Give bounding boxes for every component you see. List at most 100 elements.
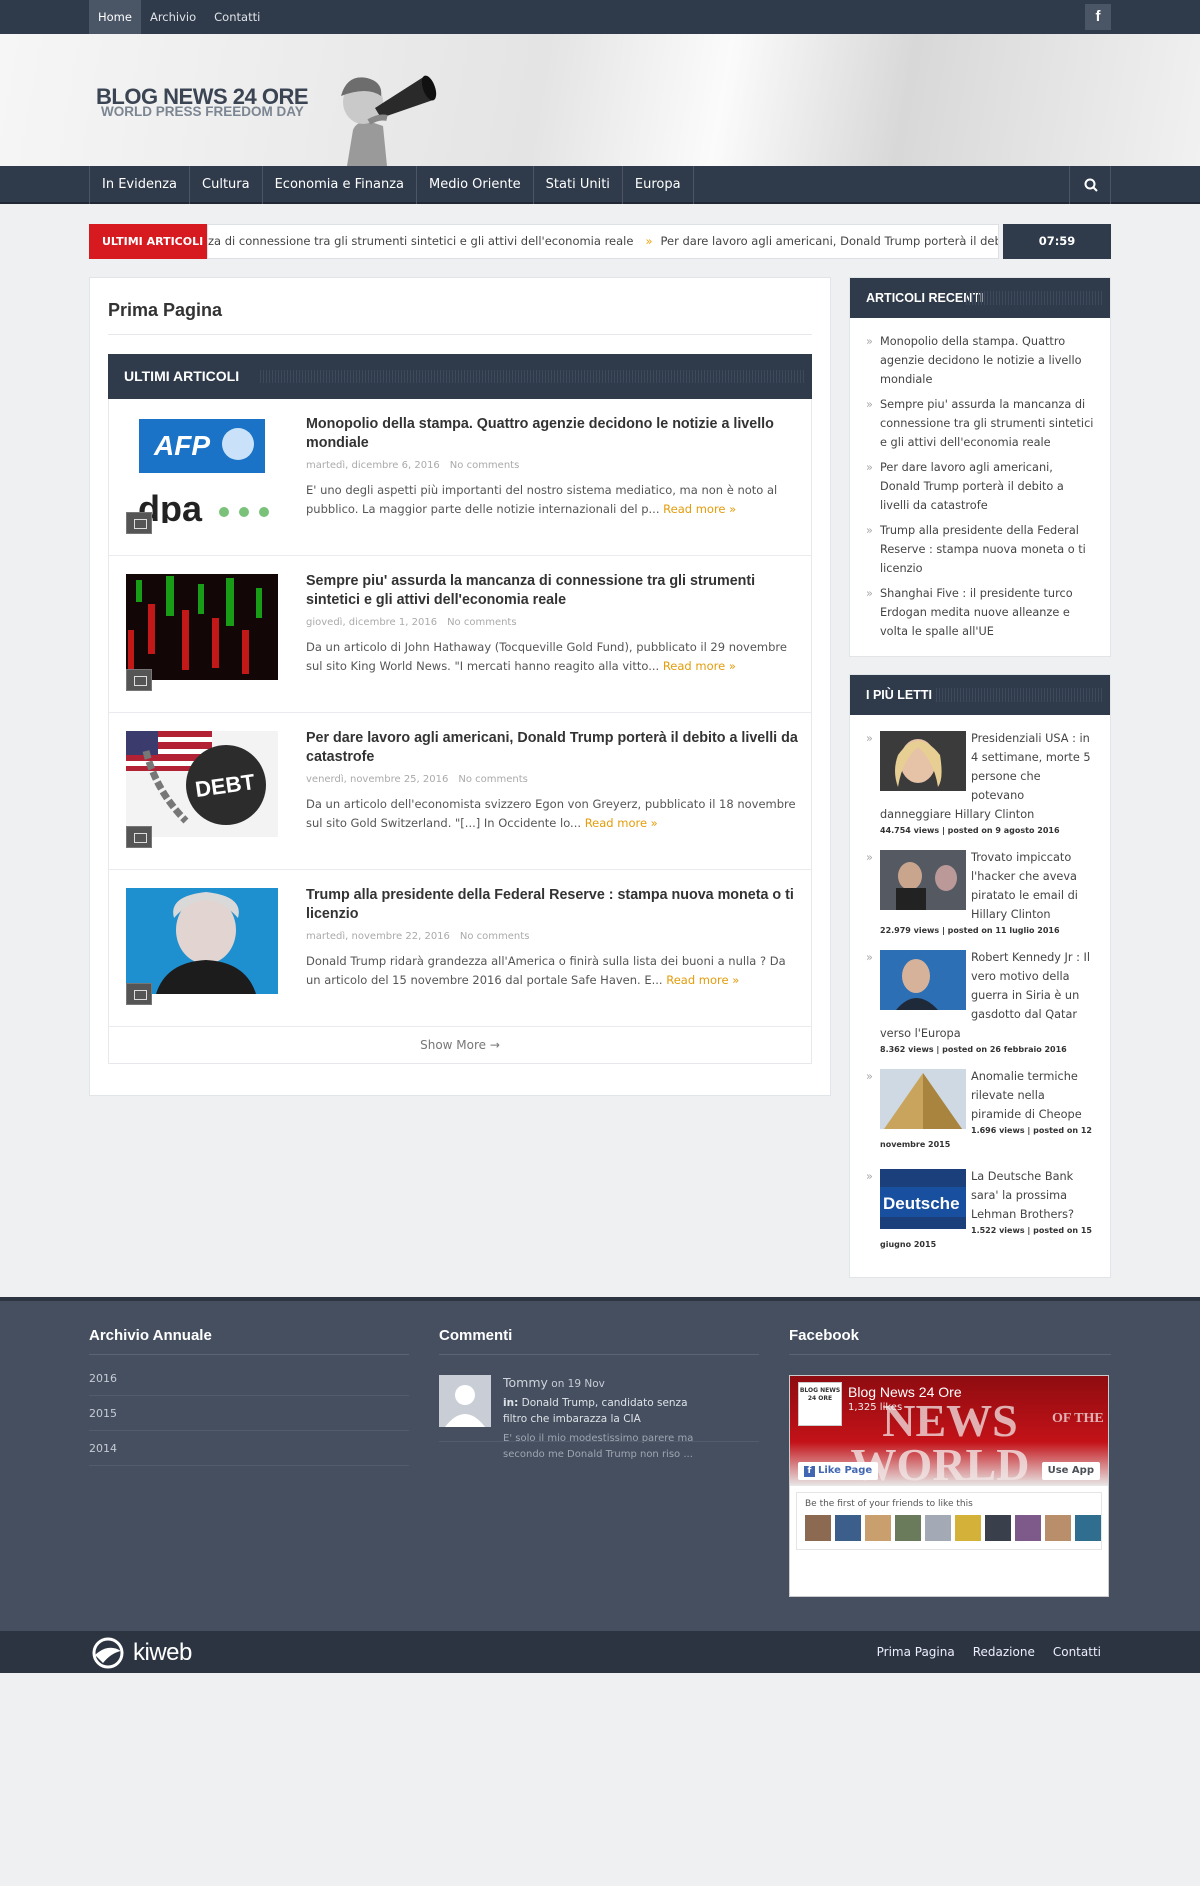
popular-item[interactable]: Anomalie termiche rilevate nella piramid…	[866, 1067, 1096, 1167]
like-page-button[interactable]: f Like Page	[798, 1462, 879, 1480]
avatar[interactable]	[895, 1515, 921, 1541]
footer-facebook: Facebook NEWS OF THE WORLD BLOG NEWS 24 …	[789, 1327, 1111, 1627]
facebook-page-logo[interactable]: BLOG NEWS 24 ORE	[798, 1382, 842, 1426]
popular-item[interactable]: Trovato impiccato l'hacker che aveva pir…	[866, 848, 1096, 948]
widget-header: I PIÙ LETTI	[850, 675, 1110, 715]
avatar[interactable]	[439, 1375, 491, 1427]
article-meta: martedì, novembre 22, 2016 No comments	[306, 931, 539, 942]
article-comments[interactable]: No comments	[447, 617, 517, 628]
footer-links: Prima Pagina Redazione Contatti	[859, 1631, 1101, 1673]
facebook-icon[interactable]: f	[1085, 4, 1111, 30]
footer-comments: Commenti Tommy on 19 Nov in: Donald Trum…	[439, 1327, 759, 1527]
article-thumbnail[interactable]	[126, 574, 278, 680]
recent-item[interactable]: Sempre piu' assurda la mancanza di conne…	[866, 395, 1096, 452]
read-more-link[interactable]: Read more »	[666, 973, 739, 987]
popular-thumbnail[interactable]: Deutsche	[880, 1169, 966, 1229]
popular-views: 8.362 views | posted on 26 febbraio 2016	[880, 1045, 1067, 1054]
comment-excerpt: E' solo il mio modestissimo parere ma se…	[503, 1433, 694, 1460]
avatar[interactable]	[1045, 1515, 1071, 1541]
avatar[interactable]	[1075, 1515, 1101, 1541]
ticker-clock: 07:59	[1003, 224, 1111, 259]
footer-title: Archivio Annuale	[89, 1327, 212, 1344]
nav-medio-oriente[interactable]: Medio Oriente	[417, 166, 534, 204]
comment-date: on 19 Nov	[551, 1378, 605, 1390]
article-comments[interactable]: No comments	[460, 931, 530, 942]
popular-item[interactable]: Deutsche La Deutsche Bank sara' la pross…	[866, 1167, 1096, 1259]
read-more-link[interactable]: Read more »	[663, 502, 736, 516]
avatar[interactable]	[805, 1515, 831, 1541]
comment-post-link[interactable]: Donald Trump, candidato senza filtro che…	[503, 1397, 688, 1425]
article-date: giovedì, dicembre 1, 2016	[306, 617, 438, 628]
nav-cultura[interactable]: Cultura	[190, 166, 263, 204]
show-more-button[interactable]: Show More →	[109, 1027, 811, 1063]
topnav-home[interactable]: Home	[89, 0, 141, 34]
nav-in-evidenza[interactable]: In Evidenza	[90, 166, 191, 204]
ticker-item[interactable]: za di connessione tra gli strumenti sint…	[208, 234, 633, 248]
recent-item[interactable]: Trump alla presidente della Federal Rese…	[866, 521, 1096, 578]
footer-title: Commenti	[439, 1327, 513, 1344]
nav-europa[interactable]: Europa	[623, 166, 694, 204]
article-meta: martedì, dicembre 6, 2016 No comments	[306, 460, 529, 471]
use-app-button[interactable]: Use App	[1041, 1462, 1100, 1480]
section-header: ULTIMI ARTICOLI	[108, 354, 812, 399]
comment-author[interactable]: Tommy	[503, 1375, 548, 1390]
camera-icon	[126, 826, 152, 848]
article-thumbnail[interactable]: AFP dpa	[126, 417, 278, 523]
read-more-link[interactable]: Read more »	[585, 816, 658, 830]
avatar[interactable]	[835, 1515, 861, 1541]
search-button[interactable]	[1069, 166, 1111, 204]
article-excerpt: Da un articolo dell'economista svizzero …	[306, 795, 800, 833]
facebook-friends-text: Be the first of your friends to like thi…	[805, 1499, 973, 1509]
popular-thumbnail[interactable]	[880, 850, 966, 910]
nav-economia-finanza[interactable]: Economia e Finanza	[263, 166, 417, 204]
popular-item[interactable]: Robert Kennedy Jr : Il vero motivo della…	[866, 948, 1096, 1067]
use-app-label: Use App	[1047, 1465, 1094, 1476]
avatar[interactable]	[985, 1515, 1011, 1541]
widget-header: ARTICOLI RECENTI	[850, 278, 1110, 318]
nav-stati-uniti[interactable]: Stati Uniti	[534, 166, 623, 204]
popular-thumbnail[interactable]	[880, 950, 966, 1010]
article-title[interactable]: Per dare lavoro agli americani, Donald T…	[306, 729, 800, 767]
top-bar: Home Archivio Contatti f	[0, 0, 1200, 34]
kiweb-logo[interactable]: kiweb	[89, 1637, 192, 1669]
archive-year[interactable]: 2016	[89, 1361, 409, 1396]
ticker-item[interactable]: Per dare lavoro agli americani, Donald T…	[661, 234, 999, 248]
topnav-contatti[interactable]: Contatti	[205, 0, 269, 34]
avatar[interactable]	[925, 1515, 951, 1541]
avatar[interactable]	[955, 1515, 981, 1541]
archive-year[interactable]: 2015	[89, 1396, 409, 1431]
read-more-link[interactable]: Read more »	[663, 659, 736, 673]
footer-title: Facebook	[789, 1327, 860, 1344]
recent-item[interactable]: Monopolio della stampa. Quattro agenzie …	[866, 332, 1096, 389]
comment-in-label: in:	[503, 1397, 519, 1409]
archive-year[interactable]: 2014	[89, 1431, 409, 1466]
section-title: ULTIMI ARTICOLI	[124, 368, 240, 384]
article-excerpt: Da un articolo di John Hathaway (Tocquev…	[306, 638, 800, 676]
article-thumbnail[interactable]: DEBT	[126, 731, 278, 837]
article-title[interactable]: Trump alla presidente della Federal Rese…	[306, 886, 800, 924]
article-title[interactable]: Monopolio della stampa. Quattro agenzie …	[306, 415, 800, 453]
footer-link-prima-pagina[interactable]: Prima Pagina	[877, 1631, 955, 1673]
footer-link-redazione[interactable]: Redazione	[973, 1631, 1035, 1673]
footer-link-contatti[interactable]: Contatti	[1053, 1631, 1101, 1673]
recent-item[interactable]: Per dare lavoro agli americani, Donald T…	[866, 458, 1096, 515]
avatar[interactable]	[1015, 1515, 1041, 1541]
avatar[interactable]	[865, 1515, 891, 1541]
divider	[89, 1354, 409, 1355]
megaphone-boy-logo[interactable]	[307, 60, 437, 166]
article-meta: giovedì, dicembre 1, 2016 No comments	[306, 617, 527, 628]
popular-item[interactable]: Presidenziali USA : in 4 settimane, mort…	[866, 729, 1096, 848]
main-content: Prima Pagina ULTIMI ARTICOLI AFP dpa Mon…	[89, 277, 831, 1096]
article-comments[interactable]: No comments	[450, 460, 520, 471]
article-comments[interactable]: No comments	[458, 774, 528, 785]
facebook-page-name[interactable]: Blog News 24 Ore	[848, 1384, 962, 1400]
article-title[interactable]: Sempre piu' assurda la mancanza di conne…	[306, 572, 800, 610]
divider	[789, 1354, 1111, 1355]
divider	[439, 1354, 759, 1355]
recent-item[interactable]: Shanghai Five : il presidente turco Erdo…	[866, 584, 1096, 641]
popular-thumbnail[interactable]	[880, 731, 966, 791]
topnav-archivio[interactable]: Archivio	[141, 0, 205, 34]
facebook-banner[interactable]: NEWS OF THE WORLD BLOG NEWS 24 ORE Blog …	[790, 1376, 1108, 1486]
article-thumbnail[interactable]	[126, 888, 278, 994]
popular-thumbnail[interactable]	[880, 1069, 966, 1129]
